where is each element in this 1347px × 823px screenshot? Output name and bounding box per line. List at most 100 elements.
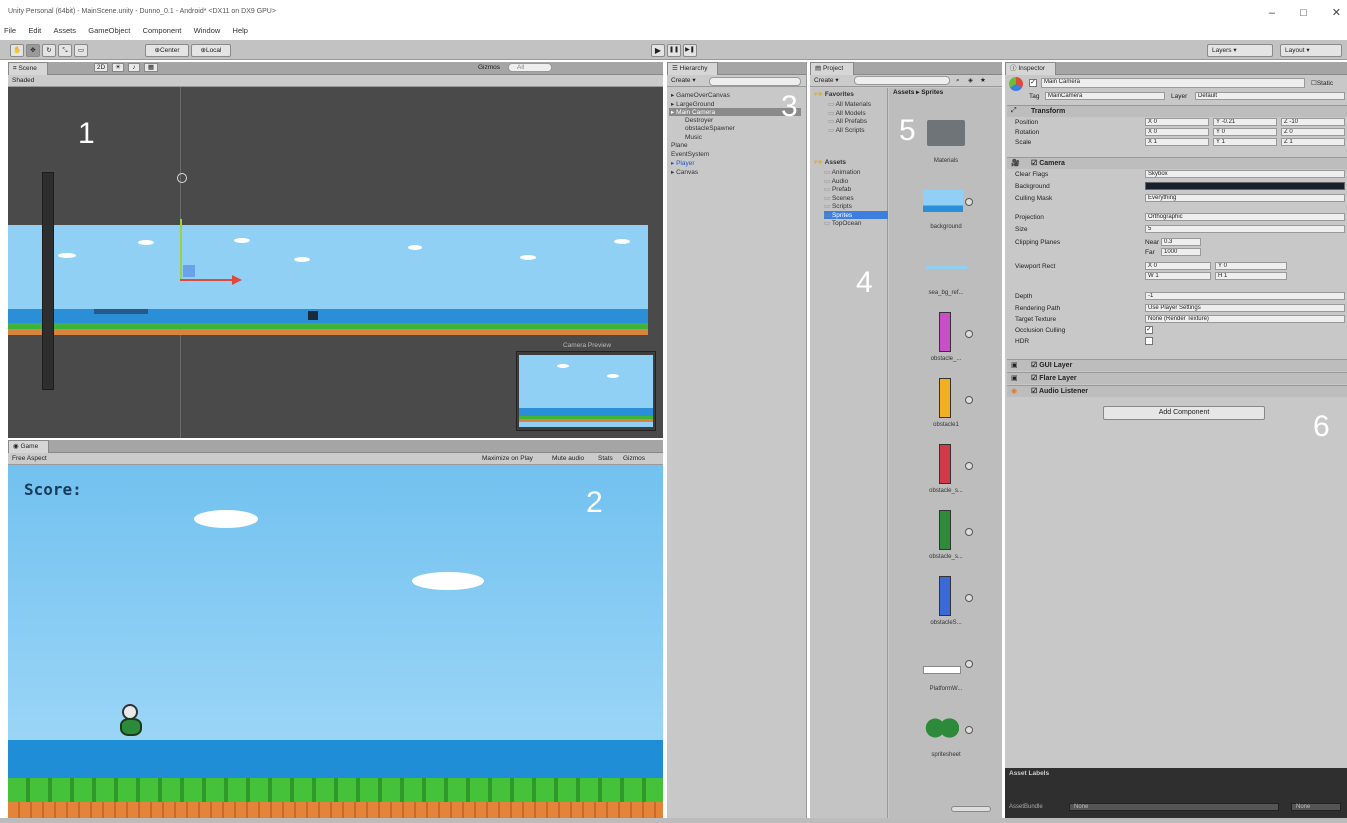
- asset-tile[interactable]: obstacle_s...: [889, 510, 1002, 576]
- pause-button[interactable]: ❚❚: [667, 44, 681, 57]
- assetbundle-variant-dropdown[interactable]: None: [1291, 803, 1341, 811]
- size-field[interactable]: 5: [1145, 225, 1345, 233]
- effects-toggle-icon[interactable]: ▦: [144, 63, 158, 72]
- hdr-checkbox[interactable]: [1145, 337, 1153, 345]
- favorites-item[interactable]: ▾★ Favorites: [814, 90, 854, 98]
- hierarchy-item[interactable]: Destroyer: [685, 117, 713, 124]
- menu-assets[interactable]: Assets: [54, 26, 77, 35]
- sprite-expand-icon[interactable]: [965, 198, 973, 206]
- audio-listener-header[interactable]: ☑ Audio Listener: [1007, 385, 1347, 397]
- near-field[interactable]: 0.3: [1161, 238, 1201, 246]
- clear-flags-dropdown[interactable]: Skybox: [1145, 170, 1345, 178]
- audio-toggle-icon[interactable]: ♪: [128, 63, 140, 72]
- gui-layer-header[interactable]: ☑ GUI Layer: [1007, 359, 1347, 371]
- gizmo-plane-handle[interactable]: [183, 265, 195, 277]
- scene-search-input[interactable]: All: [508, 63, 552, 72]
- asset-tile[interactable]: sea_bg_ref...: [889, 246, 1002, 312]
- hierarchy-item[interactable]: Music: [685, 134, 702, 141]
- scale-y-field[interactable]: Y 1: [1213, 138, 1277, 146]
- static-checkbox[interactable]: ☐Static: [1311, 79, 1333, 87]
- layers-dropdown[interactable]: Layers ▾: [1207, 44, 1273, 57]
- asset-tile[interactable]: background: [889, 180, 1002, 246]
- close-button[interactable]: ✕: [1332, 7, 1341, 19]
- sprite-expand-icon[interactable]: [965, 330, 973, 338]
- pivot-center-button[interactable]: ⊕Center: [145, 44, 189, 57]
- depth-field[interactable]: -1: [1145, 292, 1345, 300]
- favorite-item[interactable]: ▭ All Models: [828, 109, 866, 117]
- asset-tile[interactable]: Materials: [889, 114, 1002, 180]
- gizmo-x-arrow-icon[interactable]: [232, 275, 242, 285]
- sprite-expand-icon[interactable]: [965, 726, 973, 734]
- viewport-x-field[interactable]: X 0: [1145, 262, 1211, 270]
- folder-item[interactable]: ▭ Animation: [824, 168, 861, 176]
- folder-item[interactable]: ▭ Scenes: [824, 194, 854, 202]
- sprite-expand-icon[interactable]: [965, 462, 973, 470]
- menu-file[interactable]: File: [4, 26, 16, 35]
- asset-tile[interactable]: obstacle1: [889, 378, 1002, 444]
- add-component-button[interactable]: Add Component: [1103, 406, 1265, 420]
- scale-tool-icon[interactable]: ⤡: [58, 44, 72, 57]
- favorite-item[interactable]: ▭ All Scripts: [828, 126, 865, 134]
- gizmos-toggle[interactable]: Gizmos: [623, 453, 645, 464]
- aspect-dropdown[interactable]: Free Aspect: [12, 455, 47, 462]
- hierarchy-item[interactable]: EventSystem: [671, 151, 709, 158]
- object-name-input[interactable]: Main Camera: [1041, 78, 1305, 88]
- menu-help[interactable]: Help: [233, 26, 248, 35]
- icon-size-slider[interactable]: [951, 806, 991, 812]
- menu-gameobject[interactable]: GameObject: [88, 26, 130, 35]
- menu-window[interactable]: Window: [194, 26, 221, 35]
- gizmo-y-axis[interactable]: [180, 219, 182, 281]
- hierarchy-search-input[interactable]: [709, 77, 801, 86]
- hand-tool-icon[interactable]: ✋: [10, 44, 24, 57]
- viewport-h-field[interactable]: H 1: [1215, 272, 1287, 280]
- occlusion-culling-checkbox[interactable]: ✓: [1145, 326, 1153, 334]
- layout-dropdown[interactable]: Layout ▾: [1280, 44, 1342, 57]
- mode-2d-button[interactable]: 2D: [94, 63, 108, 72]
- position-z-field[interactable]: Z -10: [1281, 118, 1345, 126]
- shading-dropdown[interactable]: Shaded: [12, 77, 34, 84]
- folder-item[interactable]: ▭ Sprites: [824, 210, 888, 219]
- rotation-y-field[interactable]: Y 0: [1213, 128, 1277, 136]
- viewport-y-field[interactable]: Y 0: [1215, 262, 1287, 270]
- folder-item[interactable]: ▭ Scripts: [824, 202, 852, 210]
- stats-toggle[interactable]: Stats: [598, 453, 613, 464]
- hierarchy-item[interactable]: ▸ Player: [671, 159, 695, 167]
- tag-dropdown[interactable]: MainCamera: [1045, 92, 1165, 100]
- projection-dropdown[interactable]: Orthographic: [1145, 213, 1345, 221]
- project-breadcrumb[interactable]: Assets ▸ Sprites: [893, 88, 943, 96]
- folder-item[interactable]: ▭ Audio: [824, 177, 848, 185]
- favorite-item[interactable]: ▭ All Materials: [828, 100, 871, 108]
- background-color-swatch[interactable]: [1145, 182, 1345, 190]
- tab-inspector[interactable]: ⓘ Inspector: [1005, 62, 1057, 75]
- hierarchy-item[interactable]: Plane: [671, 142, 688, 149]
- tab-project[interactable]: ▤ Project: [810, 62, 855, 75]
- tab-game[interactable]: ◉ Game: [8, 440, 50, 453]
- camera-header[interactable]: ☑ Camera: [1007, 157, 1347, 169]
- asset-tile[interactable]: obstacleS...: [889, 576, 1002, 642]
- asset-tile[interactable]: spritesheet: [889, 708, 1002, 774]
- transform-header[interactable]: Transform: [1007, 105, 1347, 117]
- maximize-on-play-toggle[interactable]: Maximize on Play: [482, 453, 533, 464]
- tab-scene[interactable]: ⌗ Scene: [8, 62, 48, 75]
- rotation-z-field[interactable]: Z 0: [1281, 128, 1345, 136]
- layer-dropdown[interactable]: Default: [1195, 92, 1345, 100]
- maximize-button[interactable]: □: [1300, 7, 1307, 19]
- rotate-tool-icon[interactable]: ↻: [42, 44, 56, 57]
- hierarchy-item[interactable]: ▸ Canvas: [671, 168, 698, 176]
- hierarchy-create-dropdown[interactable]: Create ▾: [671, 77, 696, 84]
- flare-layer-header[interactable]: ☑ Flare Layer: [1007, 372, 1347, 384]
- position-y-field[interactable]: Y -0.21: [1213, 118, 1277, 126]
- move-tool-icon[interactable]: ✥: [26, 44, 40, 57]
- gizmo-x-axis[interactable]: [180, 279, 236, 281]
- gizmos-dropdown[interactable]: Gizmos: [478, 62, 500, 73]
- folder-item[interactable]: ▭ TopOcean: [824, 219, 861, 227]
- favorite-item[interactable]: ▭ All Prefabs: [828, 117, 867, 125]
- scene-canvas[interactable]: 1 Camera Preview: [8, 87, 663, 438]
- asset-tile[interactable]: PlatformW...: [889, 642, 1002, 708]
- far-field[interactable]: 1000: [1161, 248, 1201, 256]
- step-button[interactable]: ▶❚: [683, 44, 697, 57]
- play-button[interactable]: ▶: [651, 44, 665, 57]
- assetbundle-dropdown[interactable]: None: [1069, 803, 1279, 811]
- scale-x-field[interactable]: X 1: [1145, 138, 1209, 146]
- sprite-expand-icon[interactable]: [965, 660, 973, 668]
